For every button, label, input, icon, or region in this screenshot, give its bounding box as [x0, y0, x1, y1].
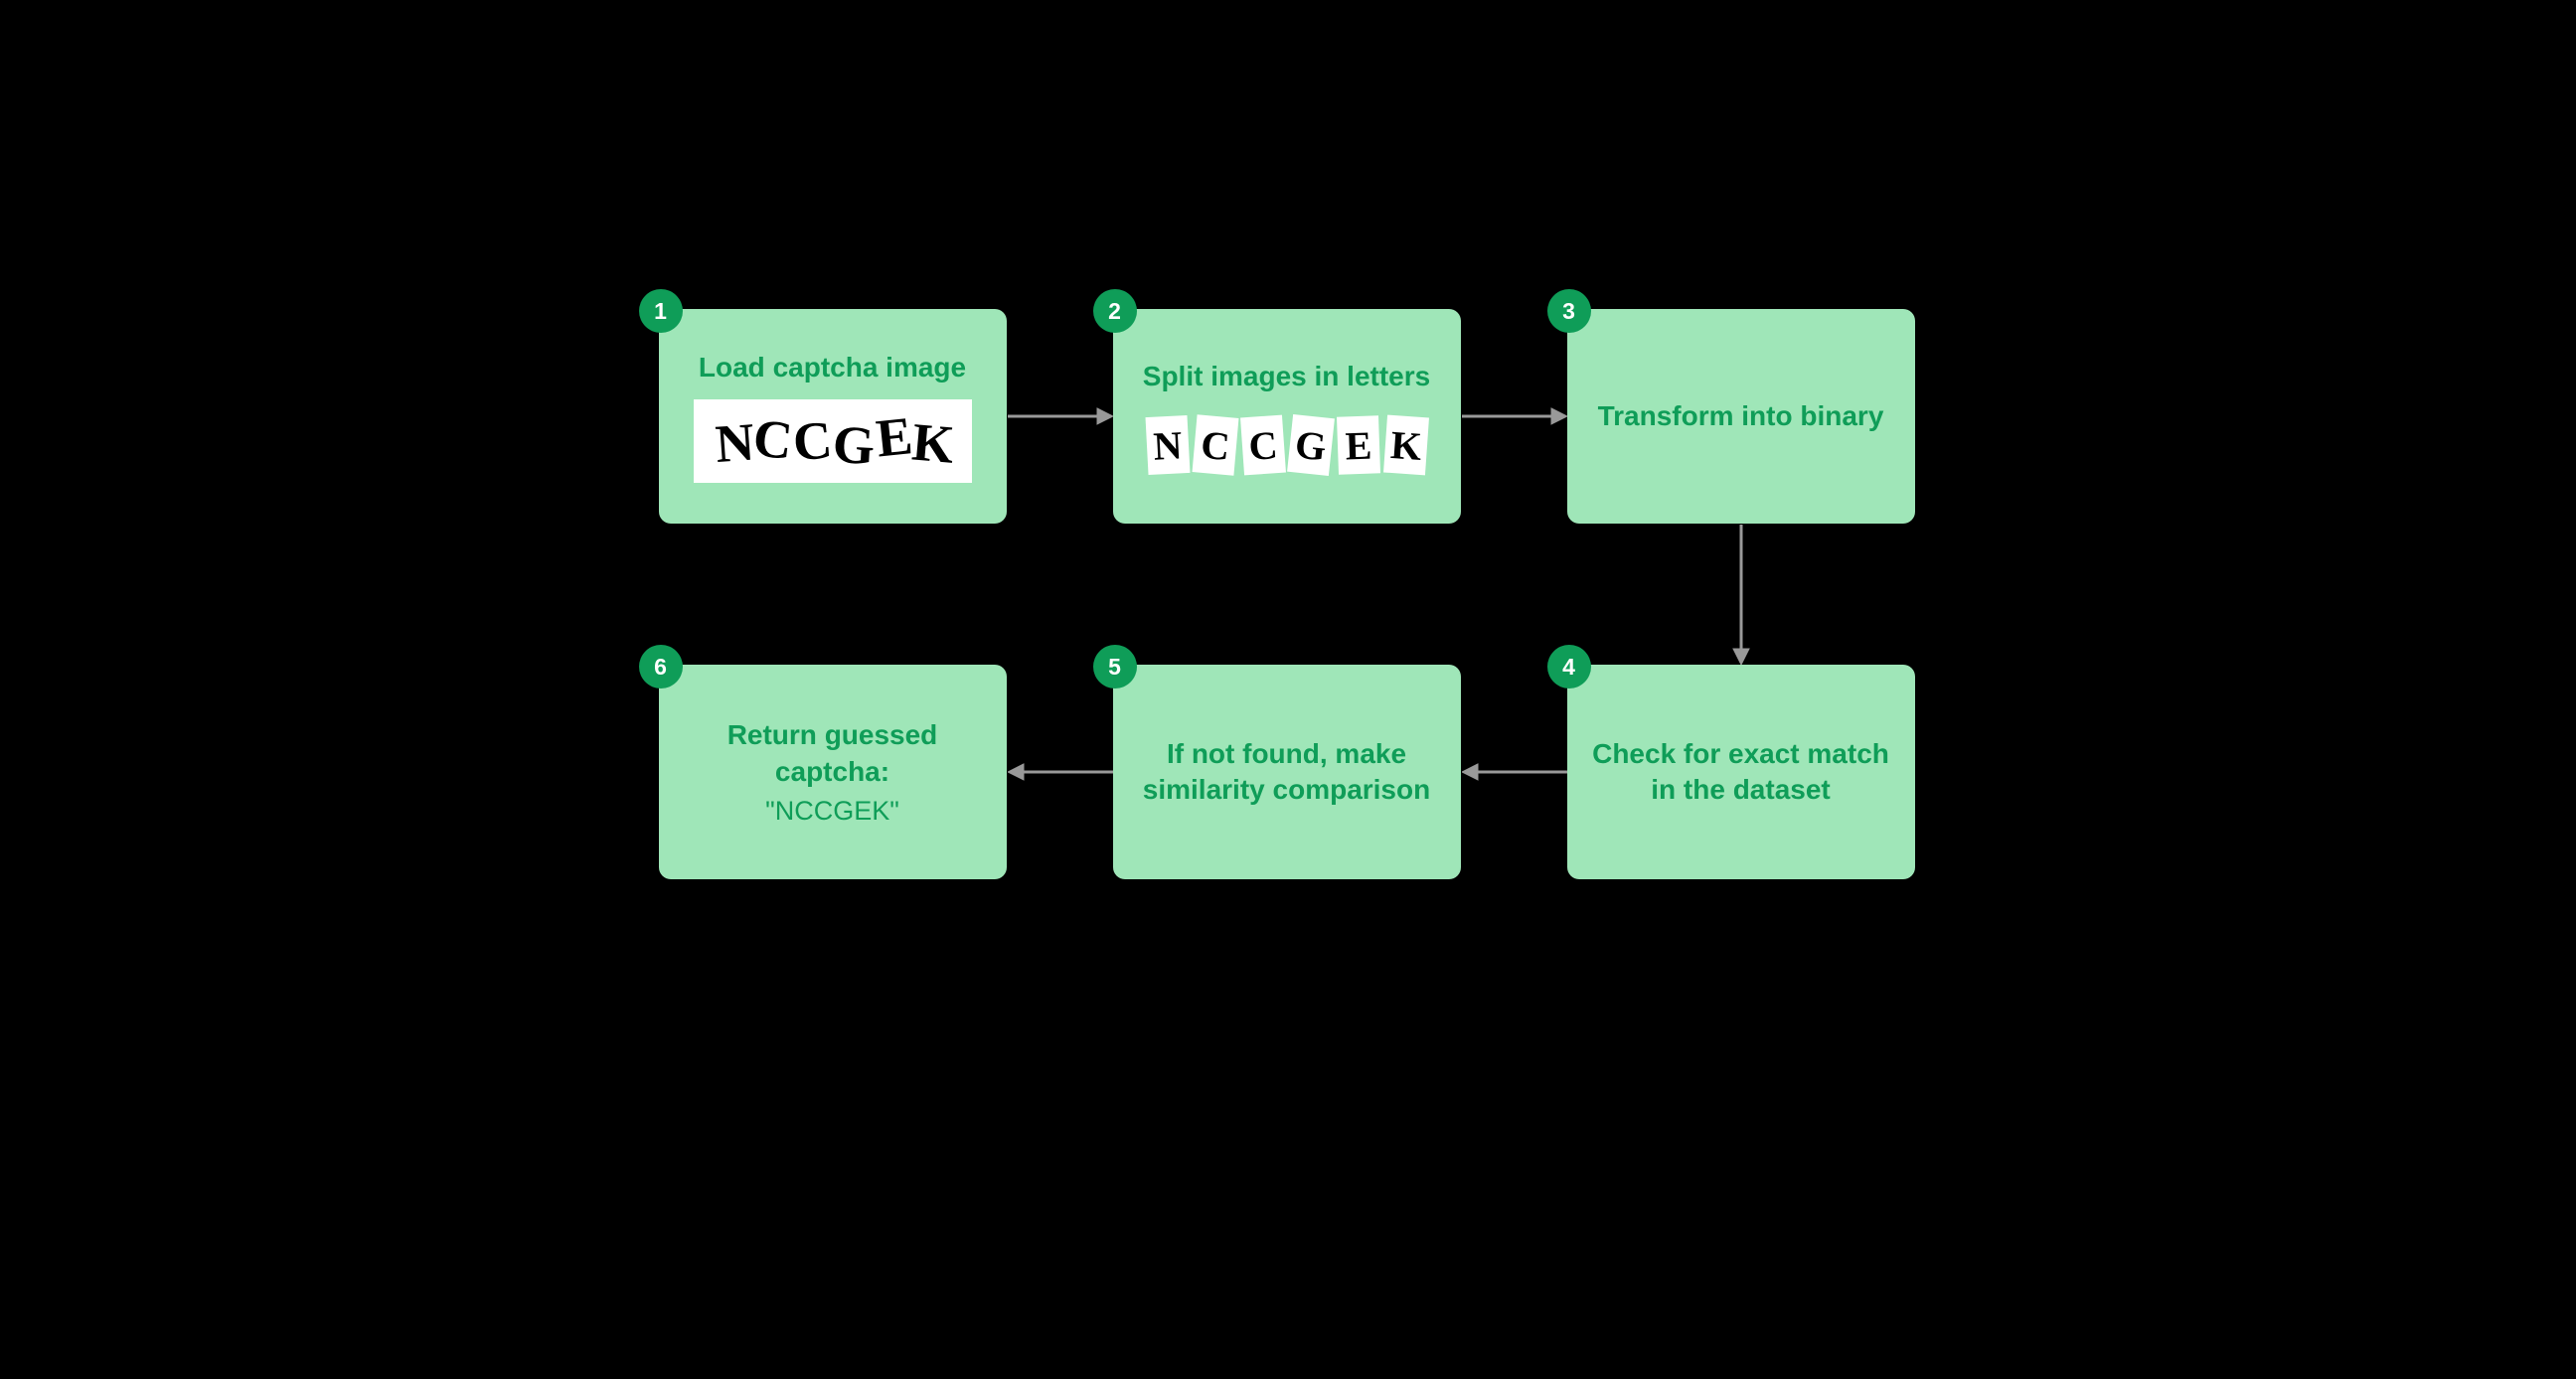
arrow-1-to-2	[1008, 400, 1113, 432]
step-4-title: Check for exact match in the dataset	[1587, 736, 1895, 809]
svg-text:G: G	[831, 414, 876, 476]
step-5-badge: 5	[1093, 645, 1137, 689]
step-1-title: Load captcha image	[699, 350, 966, 385]
step-6-badge: 6	[639, 645, 683, 689]
split-letter: N	[1145, 415, 1190, 475]
step-3-title: Transform into binary	[1598, 398, 1884, 434]
step-3-badge: 3	[1547, 289, 1591, 333]
step-1-badge: 1	[639, 289, 683, 333]
captcha-image: N C C G E K	[694, 399, 972, 483]
split-letters-row: N C C G E K	[1147, 416, 1427, 474]
svg-text:C: C	[790, 409, 834, 472]
diagram-canvas: 1 Load captcha image N C C G E K 2 Split…	[517, 273, 2060, 1106]
step-5-title: If not found, make similarity comparison	[1133, 736, 1441, 809]
step-1-box: 1 Load captcha image N C C G E K	[659, 309, 1007, 524]
svg-text:E: E	[873, 405, 914, 468]
step-6-title: Return guessed captcha:	[679, 717, 987, 790]
step-6-result: "NCCGEK"	[765, 796, 899, 827]
step-6-box: 6 Return guessed captcha: "NCCGEK"	[659, 665, 1007, 879]
arrow-5-to-6	[1008, 756, 1113, 788]
arrow-4-to-5	[1462, 756, 1567, 788]
step-4-box: 4 Check for exact match in the dataset	[1567, 665, 1915, 879]
split-letter: C	[1240, 415, 1286, 476]
step-2-box: 2 Split images in letters N C C G E K	[1113, 309, 1461, 524]
split-letter: G	[1287, 414, 1335, 476]
split-letter: E	[1337, 415, 1380, 474]
step-3-box: 3 Transform into binary	[1567, 309, 1915, 524]
svg-text:K: K	[909, 412, 956, 475]
step-5-box: 5 If not found, make similarity comparis…	[1113, 665, 1461, 879]
step-2-title: Split images in letters	[1143, 359, 1430, 394]
step-2-badge: 2	[1093, 289, 1137, 333]
step-4-badge: 4	[1547, 645, 1591, 689]
split-letter: C	[1192, 414, 1238, 475]
split-letter: K	[1383, 415, 1429, 476]
arrow-2-to-3	[1462, 400, 1567, 432]
svg-text:C: C	[750, 407, 795, 471]
arrow-3-to-4	[1725, 525, 1757, 665]
